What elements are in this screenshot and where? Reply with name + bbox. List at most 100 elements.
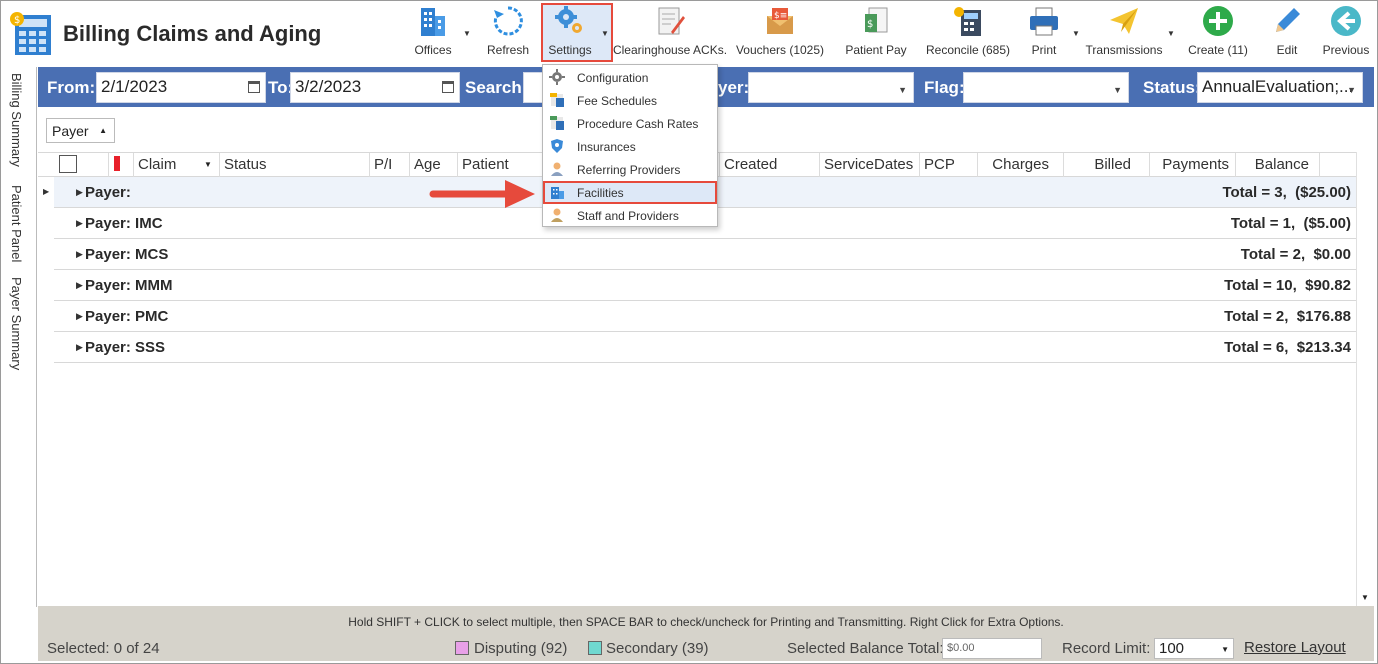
flag-select[interactable]: ▼ [963,72,1129,103]
building-icon [549,184,565,200]
back-arrow-icon [1328,3,1364,39]
column-balance[interactable]: Balance [1236,153,1320,177]
page-title: Billing Claims and Aging [63,21,322,46]
print-dropdown-caret[interactable]: ▼ [1072,29,1080,38]
transmissions-dropdown-caret[interactable]: ▼ [1167,29,1175,38]
refresh-icon [490,3,526,39]
vertical-scrollbar[interactable]: ▼ [1356,152,1373,606]
calendar-icon[interactable] [248,81,260,93]
paper-plane-icon [1106,3,1142,39]
plus-circle-icon [1200,3,1236,39]
flag-column[interactable] [109,153,134,177]
annotation-arrow-icon [429,177,539,211]
offices-button[interactable]: Offices [411,3,455,61]
vouchers-button[interactable]: $≡ Vouchers (1025) [735,3,825,61]
settings-dropdown-menu: Configuration Fee Schedules Procedure Ca… [542,64,718,227]
selected-count: Selected: 0 of 24 [47,640,160,657]
staff-icon [549,207,565,223]
menu-item-procedure-cash-rates[interactable]: Procedure Cash Rates [543,112,717,135]
previous-button[interactable]: Previous [1321,3,1371,61]
settings-dropdown-caret[interactable]: ▼ [601,29,609,38]
clearinghouse-acks-button[interactable]: Clearinghouse ACKs. [613,3,727,61]
group-row[interactable]: ▶ Payer: MMM Total = 10, $90.82 [54,270,1356,301]
cash-rates-icon [549,115,565,131]
chevron-down-icon: ▼ [1221,645,1229,654]
red-flag-icon [114,156,120,171]
expand-arrow-icon[interactable]: ▶ [76,218,83,229]
select-all-checkbox[interactable] [59,155,77,173]
disputing-swatch [455,641,469,655]
record-limit-select[interactable]: 100 ▼ [1154,638,1234,659]
expand-arrow-icon[interactable]: ▶ [76,311,83,322]
svg-text:$: $ [867,19,873,30]
group-row[interactable]: ▶ Payer: SSS Total = 6, $213.34 [54,332,1356,363]
tab-billing-summary[interactable]: Billing Summary [9,73,24,167]
svg-text:$≡: $≡ [774,11,787,21]
status-select[interactable]: AnnualEvaluation;... ▼ [1197,72,1363,103]
voucher-envelope-icon: $≡ [762,3,798,39]
selection-hint: Hold SHIFT + CLICK to select multiple, t… [348,615,1064,629]
expand-arrow-icon[interactable]: ▶ [76,280,83,291]
patient-pay-button[interactable]: $ Patient Pay [845,3,907,61]
column-payments[interactable]: Payments [1150,153,1236,177]
from-date-field[interactable]: 2/1/2023 [96,72,266,103]
calendar-icon[interactable] [442,81,454,93]
side-tab-strip: Billing Summary Patient Panel Payer Summ… [1,67,37,607]
group-by-payer-chip[interactable]: Payer ▲ [46,118,115,143]
column-pcp[interactable]: PCP [920,153,978,177]
column-created[interactable]: Created [720,153,820,177]
menu-item-fee-schedules[interactable]: Fee Schedules [543,89,717,112]
expand-arrow-icon[interactable]: ▶ [76,342,83,353]
restore-layout-link[interactable]: Restore Layout [1244,639,1346,656]
expand-arrow-icon[interactable]: ▶ [76,187,83,198]
settings-button[interactable]: Settings [545,3,595,61]
group-row[interactable]: ▶ Payer: MCS Total = 2, $0.00 [54,239,1356,270]
refresh-button[interactable]: Refresh [487,3,529,61]
current-row-indicator-icon: ▶ [43,187,50,196]
tab-payer-summary[interactable]: Payer Summary [9,277,24,370]
scroll-down-icon[interactable]: ▼ [1361,593,1369,602]
offices-dropdown-caret[interactable]: ▼ [463,29,471,38]
chevron-down-icon: ▼ [898,85,907,95]
edit-button[interactable]: Edit [1267,3,1307,61]
print-button[interactable]: Print [1025,3,1063,61]
payer-select[interactable]: ▼ [748,72,914,103]
svg-text:$: $ [14,15,20,26]
chevron-down-icon: ▼ [1347,85,1356,95]
column-billed[interactable]: Billed [1064,153,1150,177]
menu-item-staff-and-providers[interactable]: Staff and Providers [543,204,717,227]
selected-balance-label: Selected Balance Total: [787,640,944,657]
office-building-icon [415,3,451,39]
printer-icon [1026,3,1062,39]
menu-item-configuration[interactable]: Configuration [543,66,717,89]
sort-ascending-icon: ▲ [99,126,107,135]
column-service-dates[interactable]: ServiceDates [820,153,920,177]
menu-item-insurances[interactable]: Insurances [543,135,717,158]
pencil-icon [1269,3,1305,39]
billing-app-icon: $ [9,9,59,59]
chevron-down-icon[interactable]: ▼ [204,160,212,169]
column-pi[interactable]: P/I [370,153,410,177]
status-label: Status: [1143,78,1201,97]
column-charges[interactable]: Charges [978,153,1064,177]
group-row[interactable]: ▶ Payer: PMC Total = 2, $176.88 [54,301,1356,332]
secondary-legend: Secondary (39) [606,640,709,657]
expand-arrow-icon[interactable]: ▶ [76,249,83,260]
menu-item-facilities[interactable]: Facilities [543,181,717,204]
from-label: From: [47,78,96,97]
search-label: Search: [465,78,528,97]
chevron-down-icon: ▼ [1113,85,1122,95]
menu-item-referring-providers[interactable]: Referring Providers [543,158,717,181]
column-age[interactable]: Age [410,153,458,177]
reconcile-button[interactable]: Reconcile (685) [926,3,1010,61]
transmissions-button[interactable]: Transmissions [1086,3,1162,61]
create-button[interactable]: Create (11) [1187,3,1249,61]
document-edit-icon [652,3,688,39]
selected-balance-field: $0.00 [942,638,1042,659]
tab-patient-panel[interactable]: Patient Panel [9,185,24,262]
to-date-field[interactable]: 3/2/2023 [290,72,460,103]
app-window: $ Billing Claims and Aging Offices ▼ Ref… [0,0,1378,664]
column-status[interactable]: Status [220,153,370,177]
gear-icon [549,69,565,85]
disputing-legend: Disputing (92) [474,640,568,657]
